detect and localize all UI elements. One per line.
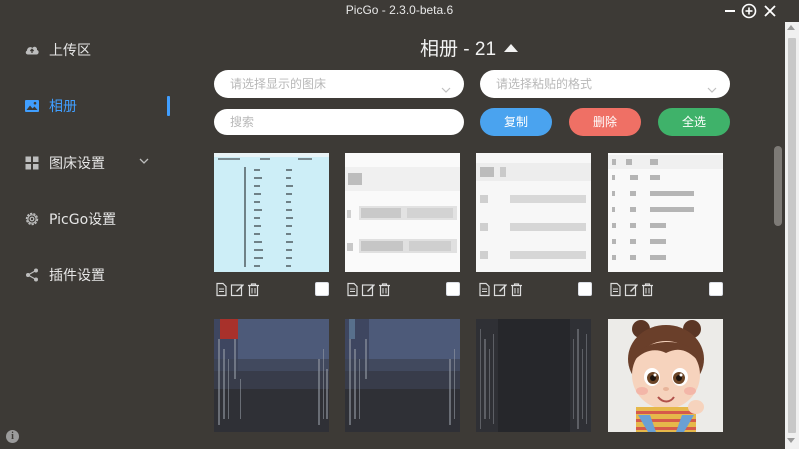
info-icon[interactable]: i <box>6 430 19 443</box>
paste-format-select-placeholder: 请选择粘贴的格式 <box>496 77 593 91</box>
scrollbar-track[interactable] <box>771 22 783 449</box>
image-actions <box>214 282 262 298</box>
minimize-icon[interactable] <box>722 3 738 19</box>
copy-button[interactable]: 复制 <box>480 108 552 136</box>
sidebar-item-label: 相册 <box>49 99 77 115</box>
window-scrollbar-thumb[interactable] <box>788 38 796 433</box>
image-checkbox[interactable] <box>578 282 592 296</box>
grid-icon <box>24 155 40 171</box>
document-icon[interactable] <box>608 282 623 297</box>
chevron-down-icon <box>706 78 718 93</box>
sidebar-item-gallery[interactable]: 相册 <box>24 92 164 120</box>
title-bar: PicGo - 2.3.0-beta.6 <box>0 0 799 22</box>
image-checkbox[interactable] <box>446 282 460 296</box>
gallery-title-text: 相册 - 21 <box>420 39 497 60</box>
sidebar-item-upload[interactable]: 上传区 <box>24 36 164 64</box>
gallery-image[interactable] <box>214 319 329 432</box>
gallery-image[interactable] <box>345 319 460 432</box>
sidebar: 上传区 相册 图床设置 PicGo设置 插件设置 <box>0 22 178 449</box>
sidebar-item-pic-bed-settings[interactable]: 图床设置 <box>24 149 164 177</box>
sidebar-item-label: PicGo设置 <box>49 212 117 228</box>
search-input[interactable] <box>214 109 464 135</box>
image-actions <box>477 282 525 298</box>
sidebar-item-label: 图床设置 <box>49 156 105 172</box>
image-actions <box>608 282 656 298</box>
plus-circle-icon[interactable] <box>741 3 757 19</box>
gear-icon <box>24 211 40 227</box>
edit-icon[interactable] <box>361 282 376 297</box>
gallery-image[interactable] <box>608 319 723 432</box>
sidebar-item-plugin-settings[interactable]: 插件设置 <box>24 261 164 289</box>
paste-format-select[interactable]: 请选择粘贴的格式 <box>480 70 730 98</box>
sidebar-item-label: 上传区 <box>49 43 91 59</box>
delete-icon[interactable] <box>640 282 655 297</box>
image-icon <box>24 98 40 114</box>
gallery-title[interactable]: 相册 - 21 <box>420 34 519 61</box>
image-checkbox[interactable] <box>709 282 723 296</box>
gallery-image[interactable] <box>476 153 591 272</box>
scroll-up-arrow-icon[interactable] <box>787 25 795 30</box>
caret-up-icon <box>504 43 519 52</box>
select-all-button[interactable]: 全选 <box>658 108 730 136</box>
edit-icon[interactable] <box>493 282 508 297</box>
sidebar-item-picgo-settings[interactable]: PicGo设置 <box>24 205 164 233</box>
scrollbar-thumb[interactable] <box>774 146 782 226</box>
delete-button[interactable]: 删除 <box>569 108 641 136</box>
document-icon[interactable] <box>345 282 360 297</box>
share-icon <box>24 267 40 283</box>
document-icon[interactable] <box>477 282 492 297</box>
edit-icon[interactable] <box>230 282 245 297</box>
image-actions <box>345 282 393 298</box>
window-title: PicGo - 2.3.0-beta.6 <box>345 3 454 17</box>
sidebar-item-label: 插件设置 <box>49 268 105 284</box>
pic-bed-select[interactable]: 请选择显示的图床 <box>214 70 464 98</box>
chevron-down-icon <box>138 155 150 167</box>
pic-bed-select-placeholder: 请选择显示的图床 <box>230 77 327 91</box>
active-indicator <box>167 96 170 116</box>
edit-icon[interactable] <box>624 282 639 297</box>
image-checkbox[interactable] <box>315 282 329 296</box>
gallery-image[interactable] <box>345 153 460 272</box>
delete-icon[interactable] <box>246 282 261 297</box>
gallery-image[interactable] <box>476 319 591 432</box>
delete-icon[interactable] <box>509 282 524 297</box>
scroll-down-arrow-icon[interactable] <box>787 438 795 443</box>
gallery-image[interactable] <box>608 153 723 272</box>
cloud-upload-icon <box>24 42 40 58</box>
delete-icon[interactable] <box>377 282 392 297</box>
gallery-image[interactable] <box>214 153 329 272</box>
chevron-down-icon <box>440 78 452 93</box>
close-icon[interactable] <box>762 3 778 19</box>
document-icon[interactable] <box>214 282 229 297</box>
